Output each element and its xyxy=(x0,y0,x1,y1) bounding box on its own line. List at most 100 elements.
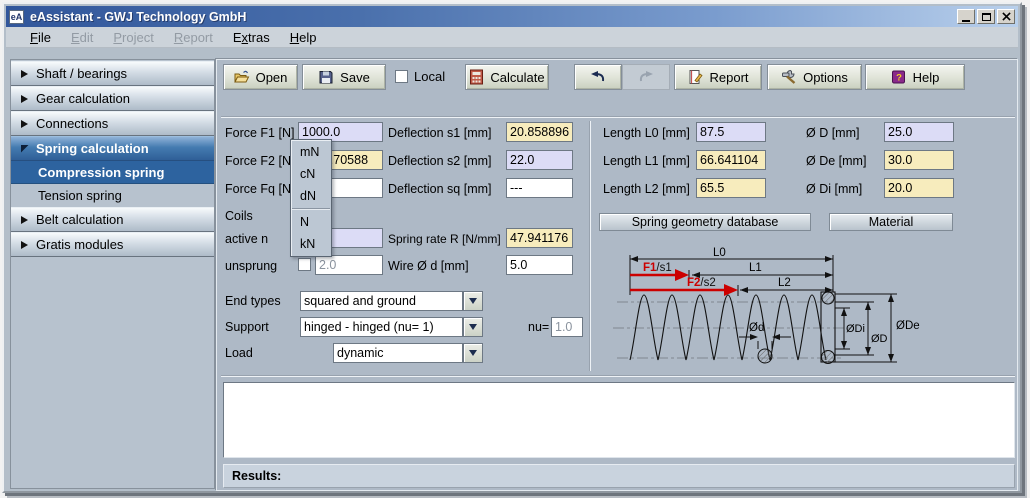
material-button[interactable]: Material xyxy=(829,213,953,231)
active-n-label: active n xyxy=(225,232,268,246)
calculate-button-label: Calculate xyxy=(490,70,544,85)
calculator-icon xyxy=(469,69,484,85)
column-divider xyxy=(589,121,591,371)
menu-project: Project xyxy=(103,28,163,47)
maximize-icon xyxy=(982,13,991,21)
length-l0-field[interactable] xyxy=(696,122,766,142)
unit-dropdown-menu: mN cN dN N kN xyxy=(290,139,332,257)
collapsed-arrow-icon xyxy=(21,216,28,224)
sidebar-item-label: Connections xyxy=(36,116,108,131)
menu-extras[interactable]: Extras xyxy=(223,28,280,47)
force-f2-label: Force F2 [N] xyxy=(225,154,294,168)
tools-icon xyxy=(781,69,797,85)
collapsed-arrow-icon xyxy=(21,120,28,128)
close-button[interactable] xyxy=(997,9,1015,24)
sidebar-item-belt-calculation[interactable]: Belt calculation xyxy=(11,207,214,232)
local-checkbox[interactable] xyxy=(395,70,408,83)
app-window: eA eAssistant - GWJ Technology GmbH File… xyxy=(2,2,1022,493)
results-label: Results: xyxy=(232,469,281,483)
unit-menu-item-mn[interactable]: mN xyxy=(292,141,330,163)
svg-text:L1: L1 xyxy=(749,262,762,274)
collapsed-arrow-icon xyxy=(21,95,28,103)
load-combo-button[interactable] xyxy=(463,343,483,363)
report-button-label: Report xyxy=(709,70,748,85)
message-output-box xyxy=(223,382,1015,458)
support-combo[interactable]: hinged - hinged (nu= 1) xyxy=(300,317,463,337)
titlebar[interactable]: eA eAssistant - GWJ Technology GmbH xyxy=(6,6,1018,27)
screen: eA eAssistant - GWJ Technology GmbH File… xyxy=(0,0,1030,498)
sidebar-item-spring-calculation[interactable]: Spring calculation xyxy=(11,136,214,161)
force-f1-label: Force F1 [N] xyxy=(225,126,294,140)
dia-de-field[interactable] xyxy=(884,150,954,170)
maximize-button[interactable] xyxy=(977,9,995,24)
unit-menu-item-dn[interactable]: dN xyxy=(292,185,330,207)
load-combo[interactable]: dynamic xyxy=(333,343,463,363)
minimize-button[interactable] xyxy=(957,9,975,24)
chevron-down-icon xyxy=(469,324,477,330)
sidebar-item-compression-spring[interactable]: Compression spring xyxy=(11,161,214,184)
undo-button[interactable] xyxy=(574,64,622,90)
length-l1-field[interactable] xyxy=(696,150,766,170)
spring-geometry-database-button[interactable]: Spring geometry database xyxy=(599,213,811,231)
calculate-button[interactable]: Calculate xyxy=(465,64,549,90)
sidebar-item-label: Shaft / bearings xyxy=(36,66,127,81)
chevron-down-icon xyxy=(469,298,477,304)
dia-d-field[interactable] xyxy=(884,122,954,142)
deflection-sq-field[interactable] xyxy=(506,178,573,198)
window-controls xyxy=(955,9,1015,24)
deflection-s1-label: Deflection s1 [mm] xyxy=(388,126,492,140)
sidebar-item-tension-spring[interactable]: Tension spring xyxy=(11,184,214,207)
unit-menu-item-n[interactable]: N xyxy=(292,211,330,233)
report-button[interactable]: Report xyxy=(674,64,762,90)
toolbar-separator xyxy=(221,116,1015,118)
end-types-combo-button[interactable] xyxy=(463,291,483,311)
collapsed-arrow-icon xyxy=(21,70,28,78)
end-types-label: End types xyxy=(225,294,281,308)
support-combo-button[interactable] xyxy=(463,317,483,337)
deflection-s1-field[interactable] xyxy=(506,122,573,142)
length-l2-label: Length L2 [mm] xyxy=(603,182,690,196)
save-button[interactable]: Save xyxy=(302,64,386,90)
open-folder-icon xyxy=(234,69,250,85)
sidebar-item-connections[interactable]: Connections xyxy=(11,111,214,136)
deflection-sq-label: Deflection sq [mm] xyxy=(388,182,492,196)
unit-menu-item-kn[interactable]: kN xyxy=(292,233,330,255)
save-button-label: Save xyxy=(340,70,370,85)
menu-help[interactable]: Help xyxy=(280,28,327,47)
menubar: File Edit Project Report Extras Help xyxy=(6,27,1018,48)
svg-text:ØDi: ØDi xyxy=(846,323,865,335)
help-button[interactable]: ? Help xyxy=(865,64,965,90)
sidebar-item-label: Gratis modules xyxy=(36,237,123,252)
spring-rate-field[interactable] xyxy=(506,228,573,248)
menu-file[interactable]: File xyxy=(20,28,61,47)
options-button[interactable]: Options xyxy=(767,64,862,90)
window-title: eAssistant - GWJ Technology GmbH xyxy=(30,10,955,24)
length-l2-field[interactable] xyxy=(696,178,766,198)
open-button-label: Open xyxy=(256,70,288,85)
deflection-s2-field[interactable] xyxy=(506,150,573,170)
dia-di-field[interactable] xyxy=(884,178,954,198)
sidebar-item-gear-calculation[interactable]: Gear calculation xyxy=(11,86,214,111)
help-book-icon: ? xyxy=(891,69,907,85)
sidebar-item-shaft-bearings[interactable]: Shaft / bearings xyxy=(11,61,214,86)
svg-text:ØD: ØD xyxy=(871,333,888,345)
menu-edit: Edit xyxy=(61,28,103,47)
open-button[interactable]: Open xyxy=(223,64,298,90)
help-button-label: Help xyxy=(913,70,940,85)
local-checkbox-label: Local xyxy=(414,69,445,84)
unit-menu-item-cn[interactable]: cN xyxy=(292,163,330,185)
unsprung-checkbox[interactable] xyxy=(298,258,311,271)
svg-text:L0: L0 xyxy=(713,247,726,259)
nu-label: nu= xyxy=(528,320,549,334)
unsprung-field[interactable] xyxy=(315,255,383,275)
end-types-combo[interactable]: squared and ground xyxy=(300,291,463,311)
unit-menu-separator xyxy=(292,208,330,210)
nu-field[interactable] xyxy=(551,317,583,337)
output-separator xyxy=(221,375,1015,377)
sidebar: Shaft / bearings Gear calculation Connec… xyxy=(10,59,215,489)
wire-d-field[interactable] xyxy=(506,255,573,275)
sidebar-item-gratis-modules[interactable]: Gratis modules xyxy=(11,232,214,257)
svg-text:Ød: Ød xyxy=(749,322,764,334)
menu-report: Report xyxy=(164,28,223,47)
redo-icon xyxy=(637,70,655,84)
